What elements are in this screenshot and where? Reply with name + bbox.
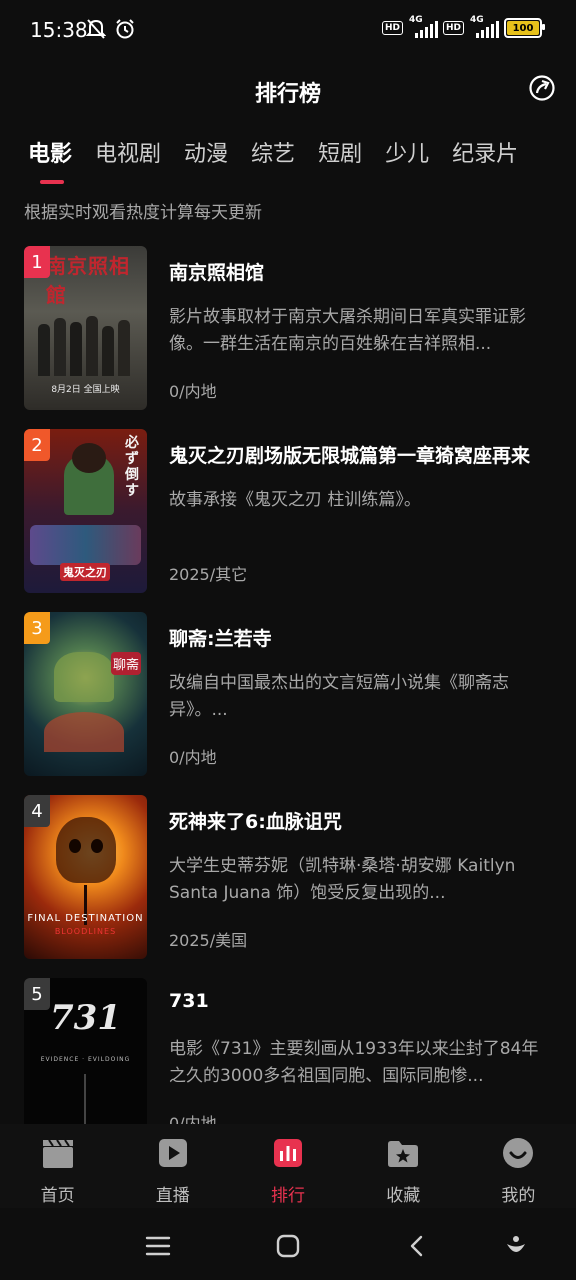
nav-label: 首页: [40, 1186, 75, 1206]
item-description: 大学生史蒂芬妮（凯特琳·桑塔·胡安娜 Kaitlyn Santa Juana 饰…: [169, 856, 516, 903]
rank-badge: 1: [24, 246, 50, 278]
poster-subtitle: 8月2日 全国上映: [51, 385, 120, 395]
rank-badge: 4: [24, 795, 50, 827]
item-meta: 0/内地: [169, 748, 217, 767]
list-item[interactable]: FINAL DESTINATION BLOODLINES 4 死神来了6:血脉诅…: [24, 795, 576, 959]
item-description: 故事承接《鬼灭之刃 柱训练篇》。: [169, 490, 421, 510]
nav-live[interactable]: 直播: [115, 1124, 230, 1208]
status-time: 15:38: [30, 18, 88, 42]
hd-badge-2: HD: [442, 21, 464, 35]
battery-icon: 100: [504, 18, 545, 38]
signal-icon-2: 4G: [470, 15, 499, 38]
category-tabs: 电影 电视剧 动漫 综艺 短剧 少儿 纪录片: [28, 136, 541, 184]
poster-title: FINAL DESTINATION: [27, 913, 144, 924]
menu-icon[interactable]: [143, 1232, 173, 1260]
folder-star-icon: [388, 1141, 419, 1167]
tab-anime[interactable]: 动漫: [184, 136, 228, 184]
item-meta: 2025/其它: [169, 565, 248, 584]
rank-badge: 5: [24, 978, 50, 1010]
page-header: 排行榜: [0, 70, 576, 110]
item-title: 死神来了6:血脉诅咒: [169, 811, 342, 833]
item-description: 电影《731》主要刻画从1933年以来尘封了84年之久的3000多名祖国同胞、国…: [169, 1039, 539, 1086]
status-bar: 15:38 HD 4G HD 4G 100: [0, 0, 576, 62]
hd-badge-1: HD: [381, 21, 403, 35]
list-item[interactable]: 南京照相館 8月2日 全国上映 1 南京照相馆 影片故事取材于南京大屠杀期间日军…: [24, 246, 576, 410]
item-meta: 0/内地: [169, 382, 217, 401]
ranking-hint: 根据实时观看热度计算每天更新: [24, 203, 262, 223]
item-description: 影片故事取材于南京大屠杀期间日军真实罪证影像。一群生活在南京的百姓躲在吉祥照相.…: [169, 307, 526, 354]
mute-bell-icon: [86, 19, 106, 39]
rank-badge: 2: [24, 429, 50, 461]
poster-subtitle: 必ず倒す: [125, 435, 139, 499]
poster-image: 聊斋 3: [24, 612, 147, 776]
nav-label: 直播: [155, 1186, 190, 1206]
clapperboard-icon: [42, 1139, 73, 1168]
home-icon[interactable]: [273, 1232, 303, 1260]
nav-home[interactable]: 首页: [0, 1124, 115, 1208]
item-description: 改编自中国最杰出的文言短篇小说集《聊斋志异》。...: [169, 673, 509, 720]
item-meta: 0/内地: [169, 1114, 217, 1124]
item-meta: 2025/美国: [169, 931, 248, 950]
list-item[interactable]: 必ず倒す 鬼灭之刃 2 鬼灭之刃剧场版无限城篇第一章猗窝座再来 故事承接《鬼灭之…: [24, 429, 576, 593]
play-icon: [158, 1139, 187, 1167]
poster-title: 鬼灭之刃: [60, 563, 110, 581]
poster-title: 南京照相館: [46, 254, 130, 307]
smile-icon: [503, 1138, 534, 1168]
poster-image: 南京照相館 8月2日 全国上映 1: [24, 246, 147, 410]
bottom-nav: 首页 直播 排行 收藏 我的: [0, 1124, 576, 1208]
tab-kids[interactable]: 少儿: [385, 136, 429, 184]
battery-level: 100: [512, 22, 534, 34]
tab-tv-series[interactable]: 电视剧: [95, 136, 161, 184]
assistant-icon[interactable]: [501, 1232, 531, 1260]
chart-icon: [274, 1139, 302, 1167]
item-title: 鬼灭之刃剧场版无限城篇第一章猗窝座再来: [169, 445, 531, 467]
rank-badge: 3: [24, 612, 50, 644]
item-title: 731: [169, 990, 209, 1012]
poster-subtitle: EVIDENCE · EVILDOING: [40, 1056, 131, 1063]
list-item[interactable]: 聊斋 3 聊斋:兰若寺 改编自中国最杰出的文言短篇小说集《聊斋志异》。... 0…: [24, 612, 576, 776]
nav-profile[interactable]: 我的: [461, 1124, 576, 1208]
tab-movie[interactable]: 电影: [28, 136, 72, 184]
back-icon[interactable]: [403, 1232, 433, 1260]
nav-label: 排行: [271, 1186, 305, 1206]
tab-variety[interactable]: 综艺: [251, 136, 295, 184]
alarm-icon: [116, 19, 134, 39]
nav-favorites[interactable]: 收藏: [346, 1124, 461, 1208]
item-title: 聊斋:兰若寺: [169, 628, 272, 650]
tab-short-drama[interactable]: 短剧: [318, 136, 362, 184]
tab-documentary[interactable]: 纪录片: [452, 136, 518, 184]
nav-label: 收藏: [386, 1186, 421, 1206]
poster-image: 必ず倒す 鬼灭之刃 2: [24, 429, 147, 593]
nav-ranking[interactable]: 排行: [230, 1124, 345, 1208]
poster-title: 聊斋: [110, 652, 141, 675]
page-title: 排行榜: [254, 82, 321, 107]
nav-label: 我的: [501, 1186, 536, 1206]
list-item[interactable]: 731 EVIDENCE · EVILDOING 5 731 电影《731》主要…: [24, 978, 576, 1124]
signal-icon-1: 4G: [409, 15, 438, 38]
system-nav-bar: [0, 1212, 576, 1280]
poster-image: 731 EVIDENCE · EVILDOING 5: [24, 978, 147, 1124]
ranking-list: 南京照相館 8月2日 全国上映 1 南京照相馆 影片故事取材于南京大屠杀期间日军…: [0, 246, 576, 1124]
poster-subtitle: BLOODLINES: [54, 927, 117, 936]
poster-image: FINAL DESTINATION BLOODLINES 4: [24, 795, 147, 959]
item-title: 南京照相馆: [169, 262, 265, 284]
share-icon[interactable]: [528, 74, 556, 102]
